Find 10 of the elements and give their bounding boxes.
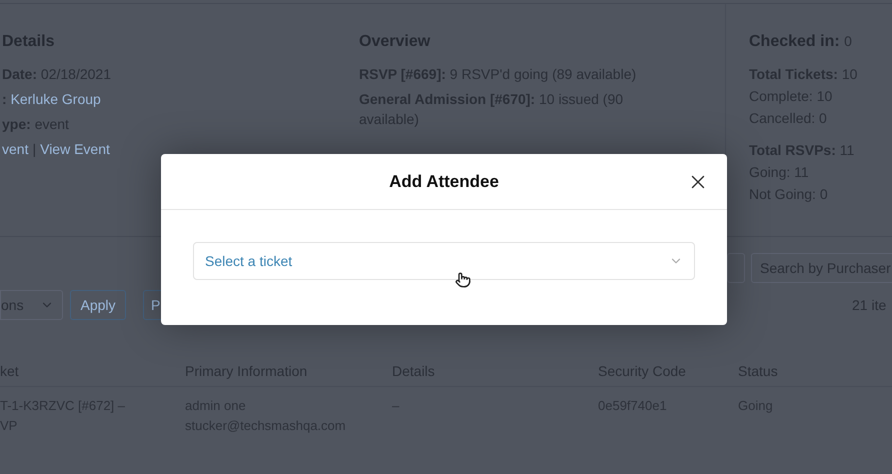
apply-button[interactable]: Apply xyxy=(70,290,126,320)
event-link[interactable]: vent xyxy=(2,139,28,159)
detail-label: : xyxy=(2,91,7,107)
table-cell-text: – xyxy=(392,397,400,415)
hand-pointer-icon xyxy=(455,272,471,288)
organizer-link[interactable]: Kerluke Group xyxy=(10,91,101,107)
link-separator: | xyxy=(32,140,36,159)
modal-title: Add Attendee xyxy=(389,170,499,193)
ticket-select[interactable]: Select a ticket xyxy=(193,242,695,280)
view-event-link[interactable]: View Event xyxy=(40,139,110,159)
